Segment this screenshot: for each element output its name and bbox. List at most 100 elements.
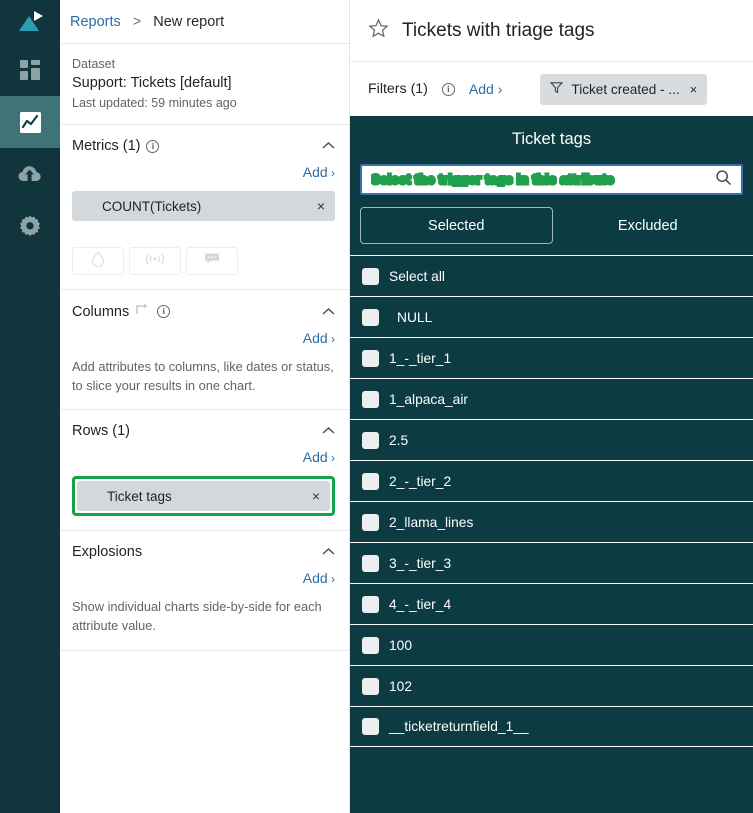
rows-title: Rows (1) bbox=[72, 423, 131, 440]
chevron-up-icon[interactable] bbox=[322, 137, 335, 155]
sidebar-item-settings[interactable] bbox=[0, 200, 60, 252]
report-preview-panel: Tickets with triage tags Filters (1) i A… bbox=[350, 0, 753, 813]
left-nav-rail bbox=[0, 0, 60, 813]
tab-selected[interactable]: Selected bbox=[360, 207, 553, 244]
attribute-value-row[interactable]: 2_-_tier_2 bbox=[350, 460, 753, 501]
search-input-value: Select the trigger tags in this attribut… bbox=[371, 172, 616, 187]
sidebar-item-upload[interactable] bbox=[0, 148, 60, 200]
value-checkbox[interactable] bbox=[362, 431, 379, 449]
star-outline-icon[interactable] bbox=[368, 17, 389, 44]
attribute-value-label: 100 bbox=[389, 637, 413, 653]
selection-mode-tabs: Selected Excluded bbox=[350, 195, 753, 254]
attribute-value-list[interactable]: Select all NULL 1_-_tier_1 1_alpaca_air 2.5 2… bbox=[350, 254, 753, 813]
chevron-right-icon: › bbox=[327, 572, 335, 587]
info-icon[interactable]: i bbox=[441, 82, 455, 96]
dataset-info[interactable]: Dataset Support: Tickets [default] Last … bbox=[60, 44, 349, 126]
app-root: Reports > New report Dataset Support: Ti… bbox=[0, 0, 753, 813]
explosions-add-button[interactable]: Add › bbox=[72, 570, 335, 586]
dataset-last-updated: Last updated: 59 minutes ago bbox=[72, 96, 237, 111]
metrics-add-button[interactable]: Add › bbox=[72, 164, 335, 180]
attribute-value-picker-modal: Ticket tags Select the trigger tags in t… bbox=[350, 116, 753, 813]
search-row: Select the trigger tags in this attribut… bbox=[350, 164, 753, 195]
remove-metric-icon[interactable]: × bbox=[317, 199, 325, 213]
filters-add-button[interactable]: Add › bbox=[469, 81, 502, 97]
sidebar-item-dashboards[interactable] bbox=[0, 44, 60, 96]
attribute-value-row[interactable]: NULL bbox=[350, 296, 753, 337]
search-input[interactable]: Select the trigger tags in this attribut… bbox=[360, 164, 743, 195]
grid-icon bbox=[19, 59, 41, 81]
value-checkbox[interactable] bbox=[362, 677, 379, 695]
signal-icon-button[interactable] bbox=[129, 247, 181, 276]
attribute-value-row[interactable]: 3_-_tier_3 bbox=[350, 542, 753, 583]
attribute-value-row[interactable]: 1_alpaca_air bbox=[350, 378, 753, 419]
value-checkbox[interactable] bbox=[362, 554, 379, 572]
attribute-value-label: NULL bbox=[397, 309, 433, 325]
chevron-up-icon[interactable] bbox=[322, 543, 335, 561]
breadcrumb-reports-link[interactable]: Reports bbox=[70, 14, 121, 30]
search-icon[interactable] bbox=[715, 169, 732, 191]
explosions-add-label: Add bbox=[302, 570, 328, 587]
columns-add-label: Add bbox=[302, 330, 328, 347]
attribute-value-label: 3_-_tier_3 bbox=[389, 555, 452, 571]
attribute-value-row[interactable]: 100 bbox=[350, 624, 753, 665]
metric-chip-count-tickets[interactable]: COUNT(Tickets) × bbox=[72, 191, 335, 222]
filters-bar: Filters (1) i Add › Ticket created - ...… bbox=[350, 62, 753, 116]
attribute-value-row[interactable]: __ticketreturnfield_1__ bbox=[350, 706, 753, 747]
value-checkbox[interactable] bbox=[362, 308, 379, 326]
value-checkbox[interactable] bbox=[362, 636, 379, 654]
swap-axes-icon[interactable] bbox=[135, 302, 151, 321]
info-icon[interactable]: i bbox=[146, 139, 160, 153]
chevron-up-icon[interactable] bbox=[322, 303, 335, 321]
metrics-header: Metrics (1) i bbox=[72, 137, 335, 155]
attribute-value-label: 2_llama_lines bbox=[389, 514, 474, 530]
funnel-icon bbox=[550, 81, 564, 97]
rows-add-button[interactable]: Add › bbox=[72, 449, 335, 465]
columns-header: Columns i bbox=[72, 302, 335, 321]
attribute-value-label: Select all bbox=[389, 268, 445, 284]
value-checkbox[interactable] bbox=[362, 349, 379, 367]
app-logo[interactable] bbox=[0, 0, 60, 44]
info-icon[interactable]: i bbox=[157, 305, 171, 319]
row-chip-ticket-tags[interactable]: Ticket tags × bbox=[77, 481, 330, 512]
value-checkbox[interactable] bbox=[362, 718, 379, 735]
value-checkbox[interactable] bbox=[362, 390, 379, 408]
value-checkbox[interactable] bbox=[362, 595, 379, 613]
sidebar-item-reports[interactable] bbox=[0, 96, 60, 148]
breadcrumb: Reports > New report bbox=[60, 0, 349, 44]
remove-filter-icon[interactable]: × bbox=[690, 82, 698, 97]
metrics-title: Metrics (1) bbox=[72, 138, 141, 155]
attribute-value-row[interactable]: 4_-_tier_4 bbox=[350, 583, 753, 624]
value-checkbox[interactable] bbox=[362, 472, 379, 490]
chevron-right-icon: › bbox=[327, 166, 335, 181]
select-all-row[interactable]: Select all bbox=[350, 255, 753, 296]
gear-icon bbox=[19, 215, 41, 237]
attribute-value-row[interactable]: 102 bbox=[350, 665, 753, 706]
filter-chip-ticket-created[interactable]: Ticket created - ... × bbox=[540, 73, 708, 105]
report-title-bar: Tickets with triage tags bbox=[350, 0, 753, 62]
attribute-value-label: 2.5 bbox=[389, 432, 409, 448]
page-title: Tickets with triage tags bbox=[402, 19, 595, 41]
cloud-upload-icon bbox=[18, 164, 42, 184]
chevron-up-icon[interactable] bbox=[322, 422, 335, 440]
attribute-value-row[interactable]: 1_-_tier_1 bbox=[350, 337, 753, 378]
columns-title: Columns bbox=[72, 303, 130, 320]
tab-excluded-label: Excluded bbox=[617, 217, 678, 234]
chevron-right-icon: › bbox=[493, 81, 503, 97]
report-builder-panel: Reports > New report Dataset Support: Ti… bbox=[60, 0, 350, 813]
remove-row-icon[interactable]: × bbox=[312, 489, 320, 503]
attribute-value-row[interactable]: 2_llama_lines bbox=[350, 501, 753, 542]
chevron-right-icon: › bbox=[327, 451, 335, 466]
rows-section: Rows (1) Add › Ticket tags × bbox=[60, 410, 349, 532]
columns-add-button[interactable]: Add › bbox=[72, 330, 335, 346]
attribute-value-label: 102 bbox=[389, 678, 413, 694]
filter-chip-label: Ticket created - ... bbox=[571, 81, 680, 97]
water-drop-icon bbox=[91, 251, 105, 272]
columns-description: Add attributes to columns, like dates or… bbox=[72, 359, 334, 393]
broadcast-signal-icon bbox=[145, 252, 165, 271]
drop-icon-button[interactable] bbox=[72, 247, 124, 276]
select-all-checkbox[interactable] bbox=[362, 267, 379, 285]
attribute-value-row[interactable]: 2.5 bbox=[350, 419, 753, 460]
tab-excluded[interactable]: Excluded bbox=[553, 207, 744, 244]
value-checkbox[interactable] bbox=[362, 513, 379, 531]
comment-icon-button[interactable] bbox=[186, 247, 238, 276]
